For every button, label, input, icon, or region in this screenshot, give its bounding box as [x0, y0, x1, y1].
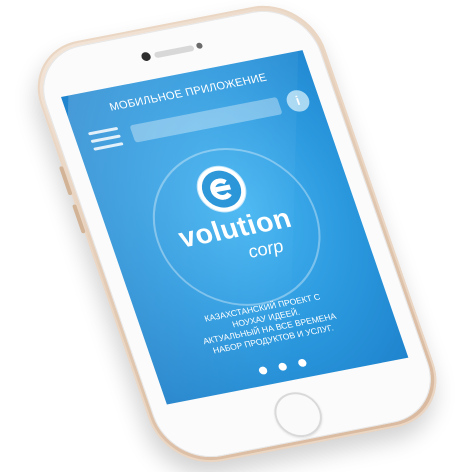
pagination-dot[interactable]: [257, 366, 268, 376]
pagination-dot[interactable]: [277, 362, 288, 372]
menu-icon[interactable]: [87, 126, 124, 152]
info-icon[interactable]: i: [283, 88, 313, 114]
pagination-dot[interactable]: [297, 358, 309, 368]
stage: МОБИЛЬНОЕ ПРИЛОЖЕНИЕ i volution corp КАЗ…: [0, 0, 460, 472]
phone-device: МОБИЛЬНОЕ ПРИЛОЖЕНИЕ i volution corp КАЗ…: [22, 0, 452, 472]
app-screen: МОБИЛЬНОЕ ПРИЛОЖЕНИЕ i volution corp КАЗ…: [61, 50, 409, 405]
